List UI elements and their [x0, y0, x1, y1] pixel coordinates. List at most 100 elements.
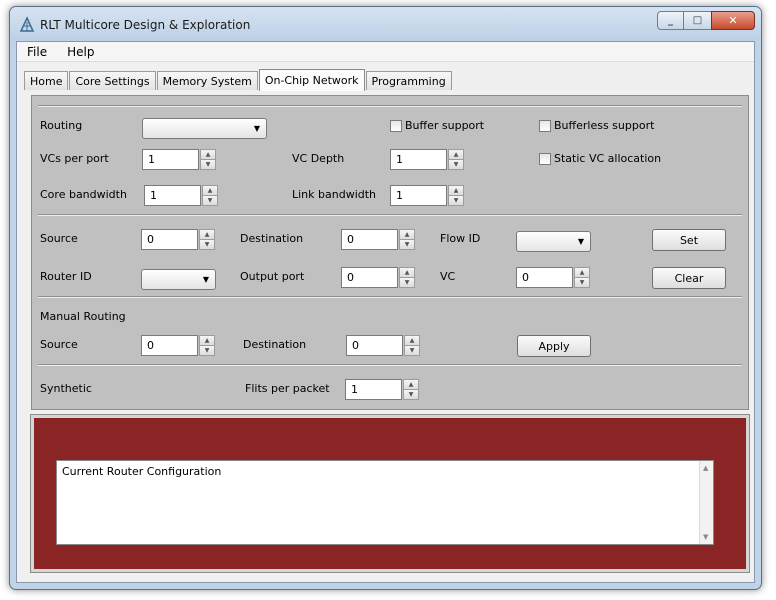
routing-label: Routing	[40, 119, 83, 132]
arrow-down-icon[interactable]: ▼	[448, 195, 464, 206]
source-value: 0	[147, 233, 154, 246]
arrow-up-icon[interactable]: ▲	[403, 379, 419, 389]
link-bandwidth-value: 1	[396, 189, 403, 202]
tab-programming[interactable]: Programming	[365, 71, 452, 90]
buffer-support-label: Buffer support	[405, 119, 485, 132]
arrow-up-icon[interactable]: ▲	[200, 149, 216, 159]
vcs-per-port-label: VCs per port	[40, 152, 109, 165]
vcs-per-port-spinner[interactable]: 1 ▲ ▼	[142, 149, 216, 170]
static-vc-allocation-label: Static VC allocation	[554, 152, 662, 165]
apply-button[interactable]: Apply	[517, 335, 591, 357]
arrow-up-icon[interactable]: ▲	[399, 229, 415, 239]
flow-id-label: Flow ID	[440, 232, 481, 245]
vcs-per-port-value: 1	[148, 153, 155, 166]
title-bar[interactable]: RLT Multicore Design & Exploration _ □ ✕	[10, 7, 761, 41]
destination-label: Destination	[240, 232, 304, 245]
minimize-button[interactable]: _	[657, 11, 684, 30]
tab-memory-system[interactable]: Memory System	[156, 71, 258, 90]
source-spinner[interactable]: 0 ▲ ▼	[141, 229, 215, 250]
set-button[interactable]: Set	[652, 229, 726, 251]
arrow-up-icon[interactable]: ▲	[574, 267, 590, 277]
arrow-down-icon[interactable]: ▼	[403, 389, 419, 400]
arrow-down-icon[interactable]: ▼	[399, 277, 415, 288]
arrow-down-icon[interactable]: ▼	[404, 345, 420, 356]
close-icon: ✕	[728, 14, 738, 27]
app-window: RLT Multicore Design & Exploration _ □ ✕…	[9, 6, 762, 590]
buffer-support-checkbox[interactable]: Buffer support	[390, 119, 484, 132]
flow-id-combo[interactable]: ▼	[516, 231, 591, 252]
vc-value: 0	[522, 271, 529, 284]
arrow-down-icon[interactable]: ▼	[199, 345, 215, 356]
arrow-down-icon[interactable]: ▼	[574, 277, 590, 288]
menu-help[interactable]: Help	[57, 45, 104, 59]
chevron-down-icon: ▼	[202, 275, 209, 284]
link-bandwidth-spinner[interactable]: 1 ▲ ▼	[390, 185, 464, 206]
output-port-spinner[interactable]: 0 ▲ ▼	[341, 267, 415, 288]
maximize-icon: □	[692, 15, 703, 26]
arrow-down-icon[interactable]: ▼	[399, 239, 415, 250]
arrow-down-icon[interactable]: ▼	[199, 239, 215, 250]
separator	[38, 364, 742, 366]
source-label: Source	[40, 232, 78, 245]
static-vc-allocation-checkbox[interactable]: Static VC allocation	[539, 152, 661, 165]
arrow-down-icon[interactable]: ▼	[448, 159, 464, 170]
router-id-combo[interactable]: ▼	[141, 269, 216, 290]
menu-file[interactable]: File	[17, 45, 57, 59]
output-port-value: 0	[347, 271, 354, 284]
router-config-panel: Current Router Configuration ▲ ▼	[30, 414, 750, 573]
flits-per-packet-spinner[interactable]: 1 ▲ ▼	[345, 379, 419, 400]
router-id-label: Router ID	[40, 270, 92, 283]
manual-destination-spinner[interactable]: 0 ▲ ▼	[346, 335, 420, 356]
router-config-text: Current Router Configuration	[62, 465, 222, 478]
tab-home[interactable]: Home	[24, 71, 69, 90]
bufferless-support-label: Bufferless support	[554, 119, 655, 132]
chevron-down-icon: ▼	[253, 124, 260, 133]
core-bandwidth-label: Core bandwidth	[40, 188, 127, 201]
maximize-button[interactable]: □	[684, 11, 711, 30]
manual-routing-heading: Manual Routing	[40, 310, 126, 323]
core-bandwidth-spinner[interactable]: 1 ▲ ▼	[144, 185, 218, 206]
manual-source-value: 0	[147, 339, 154, 352]
arrow-up-icon[interactable]: ▲	[399, 267, 415, 277]
separator	[38, 105, 742, 107]
manual-source-label: Source	[40, 338, 78, 351]
minimize-icon: _	[668, 15, 673, 26]
vc-label: VC	[440, 270, 456, 283]
core-bandwidth-value: 1	[150, 189, 157, 202]
arrow-up-icon[interactable]: ▲	[199, 335, 215, 345]
output-port-label: Output port	[240, 270, 305, 283]
arrow-down-icon[interactable]: ▼	[200, 159, 216, 170]
vertical-scrollbar[interactable]: ▲ ▼	[699, 461, 713, 544]
scroll-down-icon[interactable]: ▼	[703, 533, 708, 541]
vc-depth-spinner[interactable]: 1 ▲ ▼	[390, 149, 464, 170]
manual-source-spinner[interactable]: 0 ▲ ▼	[141, 335, 215, 356]
arrow-up-icon[interactable]: ▲	[199, 229, 215, 239]
circuit-icon	[19, 16, 35, 32]
bufferless-support-checkbox[interactable]: Bufferless support	[539, 119, 654, 132]
destination-spinner[interactable]: 0 ▲ ▼	[341, 229, 415, 250]
arrow-down-icon[interactable]: ▼	[202, 195, 218, 206]
tab-on-chip-network[interactable]: On-Chip Network	[258, 69, 365, 91]
arrow-up-icon[interactable]: ▲	[448, 149, 464, 159]
vc-depth-value: 1	[396, 153, 403, 166]
client-area: File Help Home Core Settings Memory Syst…	[16, 41, 755, 583]
tab-core-settings[interactable]: Core Settings	[69, 71, 156, 90]
arrow-up-icon[interactable]: ▲	[448, 185, 464, 195]
tab-bar: Home Core Settings Memory System On-Chip…	[24, 68, 453, 91]
link-bandwidth-label: Link bandwidth	[292, 188, 377, 201]
vc-spinner[interactable]: 0 ▲ ▼	[516, 267, 590, 288]
clear-button[interactable]: Clear	[652, 267, 726, 289]
chevron-down-icon: ▼	[577, 237, 584, 246]
arrow-up-icon[interactable]: ▲	[202, 185, 218, 195]
destination-value: 0	[347, 233, 354, 246]
checkbox-box	[539, 119, 551, 132]
window-title: RLT Multicore Design & Exploration	[40, 18, 251, 32]
scroll-up-icon[interactable]: ▲	[703, 464, 708, 472]
close-button[interactable]: ✕	[711, 11, 755, 30]
on-chip-network-pane: Routing ▼ Buffer support Bufferless supp…	[31, 95, 749, 410]
router-config-textarea[interactable]: Current Router Configuration ▲ ▼	[56, 460, 714, 545]
routing-combo[interactable]: ▼	[142, 118, 267, 139]
separator	[38, 214, 742, 216]
checkbox-box	[539, 152, 551, 165]
arrow-up-icon[interactable]: ▲	[404, 335, 420, 345]
